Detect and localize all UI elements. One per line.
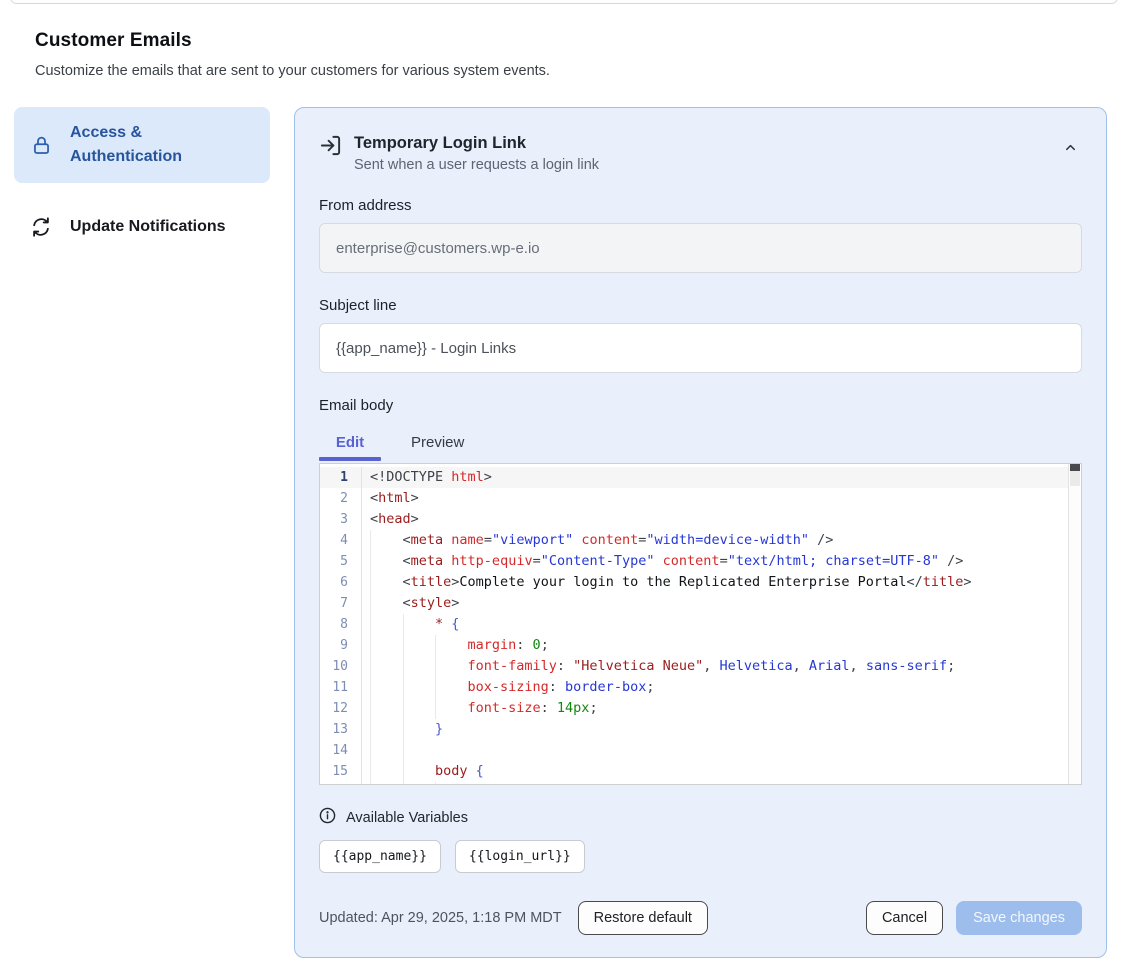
code-line: 16 background-color: #f6f9fc; [320, 782, 1081, 785]
line-number: 10 [320, 656, 362, 677]
line-number: 14 [320, 740, 362, 761]
from-address-label: From address [319, 197, 1082, 214]
refresh-icon [30, 216, 52, 238]
line-number: 5 [320, 551, 362, 572]
login-icon [319, 134, 342, 157]
content-layout: Access & Authentication Update Notificati… [14, 107, 1107, 958]
code-line: 10 font-family: "Helvetica Neue", Helvet… [320, 656, 1081, 677]
active-tab-underline [319, 457, 381, 461]
code-line: 2<html> [320, 488, 1081, 509]
info-icon [319, 807, 336, 829]
code-text: font-family: "Helvetica Neue", Helvetica… [362, 656, 955, 677]
email-body-tabs: Edit Preview [319, 428, 1082, 463]
line-number: 6 [320, 572, 362, 593]
code-line: 11 box-sizing: border-box; [320, 677, 1081, 698]
panel-title: Temporary Login Link [354, 134, 1047, 153]
line-number: 7 [320, 593, 362, 614]
code-line: 1<!DOCTYPE html> [320, 467, 1081, 488]
editor-scrollbar-thumb[interactable] [1070, 464, 1080, 471]
available-variables-label: Available Variables [346, 810, 468, 826]
panel-header-text: Temporary Login Link Sent when a user re… [354, 134, 1047, 173]
code-text: <style> [362, 593, 459, 614]
code-line: 7 <style> [320, 593, 1081, 614]
subject-line-label: Subject line [319, 297, 1082, 314]
line-number: 3 [320, 509, 362, 530]
code-text: <title>Complete your login to the Replic… [362, 572, 972, 593]
code-line: 12 font-size: 14px; [320, 698, 1081, 719]
page-title: Customer Emails [35, 30, 1093, 52]
code-line: 14 [320, 740, 1081, 761]
code-text: * { [362, 614, 459, 635]
code-line: 6 <title>Complete your login to the Repl… [320, 572, 1081, 593]
panel-footer: Updated: Apr 29, 2025, 1:18 PM MDT Resto… [319, 901, 1082, 935]
sidebar: Access & Authentication Update Notificati… [14, 107, 270, 253]
sidebar-item-label: Access & Authentication [70, 121, 254, 169]
sidebar-item-access-authentication[interactable]: Access & Authentication [14, 107, 270, 183]
page-header: Customer Emails Customize the emails tha… [35, 30, 1093, 79]
code-text: <!DOCTYPE html> [362, 467, 492, 488]
cancel-button[interactable]: Cancel [866, 901, 943, 935]
code-text: <head> [362, 509, 419, 530]
tab-preview[interactable]: Preview [403, 428, 472, 463]
code-text: <meta http-equiv="Content-Type" content=… [362, 551, 963, 572]
code-line: 15 body { [320, 761, 1081, 782]
subject-line-input[interactable] [319, 323, 1082, 373]
variable-chip-login-url[interactable]: {{login_url}} [455, 840, 585, 873]
chevron-up-icon [1063, 143, 1078, 158]
code-line: 4 <meta name="viewport" content="width=d… [320, 530, 1081, 551]
from-address-input[interactable] [319, 223, 1082, 273]
editor-scrollbar-shade [1070, 471, 1080, 486]
sidebar-item-label: Update Notifications [70, 215, 226, 239]
previous-card-bottom-edge [10, 0, 1118, 4]
code-editor[interactable]: 1<!DOCTYPE html>2<html>3<head>4 <meta na… [319, 463, 1082, 785]
variable-chips: {{app_name}} {{login_url}} [319, 840, 1082, 873]
line-number: 2 [320, 488, 362, 509]
line-number: 12 [320, 698, 362, 719]
collapse-section-button[interactable] [1059, 136, 1082, 162]
code-text: font-size: 14px; [362, 698, 598, 719]
code-line: 9 margin: 0; [320, 635, 1081, 656]
updated-timestamp: Updated: Apr 29, 2025, 1:18 PM MDT [319, 910, 562, 926]
code-text: <meta name="viewport" content="width=dev… [362, 530, 833, 551]
code-text: box-sizing: border-box; [362, 677, 654, 698]
variable-chip-app-name[interactable]: {{app_name}} [319, 840, 441, 873]
line-number: 16 [320, 782, 362, 785]
restore-default-button[interactable]: Restore default [578, 901, 708, 935]
page-subtitle: Customize the emails that are sent to yo… [35, 63, 1093, 79]
code-text [362, 740, 435, 761]
panel-subtitle: Sent when a user requests a login link [354, 157, 1047, 173]
line-number: 8 [320, 614, 362, 635]
code-text: background-color: #f6f9fc; [362, 782, 679, 785]
code-line: 3<head> [320, 509, 1081, 530]
panel-header: Temporary Login Link Sent when a user re… [319, 134, 1082, 173]
email-panel: Temporary Login Link Sent when a user re… [294, 107, 1107, 958]
save-changes-button[interactable]: Save changes [956, 901, 1082, 935]
code-text: } [362, 719, 443, 740]
tab-edit[interactable]: Edit [319, 428, 381, 463]
line-number: 13 [320, 719, 362, 740]
line-number: 1 [320, 467, 362, 488]
sidebar-item-update-notifications[interactable]: Update Notifications [14, 201, 270, 253]
code-line: 5 <meta http-equiv="Content-Type" conten… [320, 551, 1081, 572]
lock-icon [30, 135, 52, 156]
line-number: 4 [320, 530, 362, 551]
line-number: 9 [320, 635, 362, 656]
email-body-label: Email body [319, 397, 1082, 414]
code-text: <html> [362, 488, 419, 509]
available-variables-header: Available Variables [319, 807, 1082, 829]
code-line: 8 * { [320, 614, 1081, 635]
code-text: margin: 0; [362, 635, 549, 656]
code-text: body { [362, 761, 484, 782]
line-number: 15 [320, 761, 362, 782]
code-line: 13 } [320, 719, 1081, 740]
line-number: 11 [320, 677, 362, 698]
editor-scrollbar[interactable] [1068, 464, 1081, 784]
